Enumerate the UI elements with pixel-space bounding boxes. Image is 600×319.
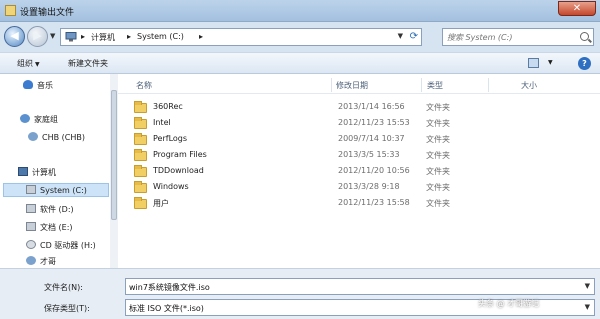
- user-icon: [26, 256, 36, 265]
- file-row[interactable]: Windows 2013/3/28 9:18 文件夹: [134, 181, 534, 196]
- drive-icon: [26, 222, 36, 231]
- folder-icon: [134, 149, 147, 161]
- chevron-down-icon[interactable]: ▼: [585, 282, 590, 290]
- file-row[interactable]: Intel 2012/11/23 15:53 文件夹: [134, 117, 534, 132]
- address-row: ◀ ▶ ▼ ▸ 计算机 ▸ System (C:) ▸ ▼ ⟳: [0, 22, 600, 52]
- title-bar: 设置输出文件 ✕: [0, 0, 600, 22]
- forward-button[interactable]: ▶: [27, 26, 48, 47]
- drive-icon: [26, 185, 36, 194]
- filename-value: win7系统镜像文件.iso: [129, 283, 210, 292]
- help-icon[interactable]: ?: [578, 57, 591, 70]
- view-dropdown-icon[interactable]: ▼: [548, 59, 553, 66]
- music-icon: [23, 80, 33, 89]
- cd-drive-icon: [26, 240, 36, 249]
- file-row[interactable]: 用户 2012/11/23 15:58 文件夹: [134, 197, 534, 212]
- chevron-down-icon[interactable]: ▼: [585, 303, 590, 311]
- nav-item-chb[interactable]: CHB (CHB): [28, 132, 85, 142]
- computer-icon: [18, 167, 28, 176]
- file-list: 名称 修改日期 类型 大小 360Rec 2013/1/14 16:56 文件夹…: [118, 74, 600, 268]
- refresh-icon[interactable]: ⟳: [410, 31, 418, 42]
- computer-icon: [65, 32, 77, 42]
- folder-icon: [134, 165, 147, 177]
- search-input[interactable]: [447, 30, 577, 44]
- folder-icon: [134, 197, 147, 209]
- folder-icon: [134, 101, 147, 113]
- nav-item-software-d[interactable]: 软件 (D:): [26, 204, 74, 215]
- file-row[interactable]: 360Rec 2013/1/14 16:56 文件夹: [134, 101, 534, 116]
- column-header-type[interactable]: 类型: [427, 80, 443, 91]
- command-bar: 组织 ▼ 新建文件夹 ▼ ?: [0, 52, 600, 74]
- filename-field[interactable]: win7系统镜像文件.iso ▼: [125, 278, 595, 295]
- column-header-name[interactable]: 名称: [136, 80, 152, 91]
- organize-button[interactable]: 组织 ▼: [17, 58, 40, 69]
- folder-icon: [134, 133, 147, 145]
- breadcrumb-system-c[interactable]: System (C:): [137, 32, 184, 41]
- column-header-date[interactable]: 修改日期: [336, 80, 368, 91]
- file-row[interactable]: PerfLogs 2009/7/14 10:37 文件夹: [134, 133, 534, 148]
- filename-label: 文件名(N):: [44, 283, 83, 292]
- column-header-size[interactable]: 大小: [521, 80, 537, 91]
- search-icon[interactable]: [580, 32, 589, 41]
- folder-icon: [134, 117, 147, 129]
- nav-scrollbar-thumb[interactable]: [111, 90, 117, 220]
- window-icon: [5, 5, 16, 16]
- window-title: 设置输出文件: [20, 8, 75, 18]
- nav-item-computer[interactable]: 计算机: [18, 167, 56, 178]
- user-icon: [28, 132, 38, 141]
- nav-item-documents-e[interactable]: 文档 (E:): [26, 222, 73, 233]
- navigation-pane: 音乐 家庭组 CHB (CHB) 计算机 System (C:) 软件 (D:)…: [0, 74, 118, 268]
- filetype-value: 标准 ISO 文件(*.iso): [129, 304, 204, 313]
- filetype-label: 保存类型(T):: [44, 304, 90, 313]
- recent-pages-dropdown[interactable]: ▼: [50, 32, 55, 40]
- chevron-down-icon: ▼: [35, 61, 40, 68]
- nav-item-system-c[interactable]: System (C:): [26, 185, 87, 195]
- nav-item-music[interactable]: 音乐: [23, 80, 53, 91]
- nav-item-cd-drive-h[interactable]: CD 驱动器 (H:): [26, 240, 96, 251]
- view-options-icon[interactable]: [528, 58, 539, 68]
- homegroup-icon: [20, 114, 30, 123]
- new-folder-button[interactable]: 新建文件夹: [68, 58, 108, 69]
- nav-item-homegroup[interactable]: 家庭组: [20, 114, 58, 125]
- organize-label: 组织: [17, 59, 33, 68]
- save-fields-panel: 文件名(N): win7系统镜像文件.iso ▼ 保存类型(T): 标准 ISO…: [0, 268, 600, 319]
- watermark: 头条 @ 才哥游记: [478, 299, 540, 308]
- breadcrumb-computer[interactable]: 计算机: [91, 32, 115, 43]
- drive-icon: [26, 204, 36, 213]
- folder-icon: [134, 181, 147, 193]
- nav-item-caige[interactable]: 才哥: [26, 256, 56, 267]
- file-row[interactable]: Program Files 2013/3/5 15:33 文件夹: [134, 149, 534, 164]
- address-dropdown-icon[interactable]: ▼: [398, 32, 403, 40]
- address-bar[interactable]: ▸ 计算机 ▸ System (C:) ▸ ▼ ⟳: [60, 28, 422, 46]
- close-button[interactable]: ✕: [558, 1, 596, 16]
- search-box[interactable]: [442, 28, 594, 46]
- file-row[interactable]: TDDownload 2012/11/20 10:56 文件夹: [134, 165, 534, 180]
- back-button[interactable]: ◀: [4, 26, 25, 47]
